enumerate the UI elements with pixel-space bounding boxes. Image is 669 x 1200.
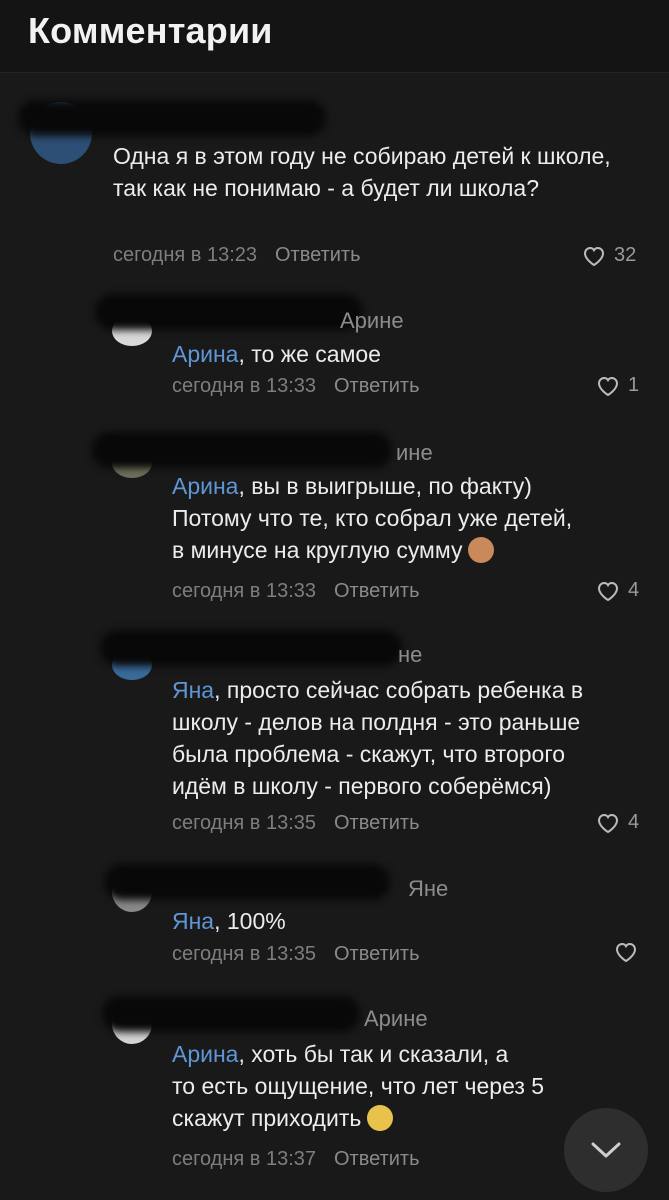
comment-text: Яна, просто сейчас собрать ребенка в шко… (172, 677, 584, 799)
author-name-redacted (102, 996, 360, 1032)
author-name-redacted (92, 432, 392, 468)
chevron-down-icon (591, 1142, 621, 1158)
comment-text: Арина, то же самое (172, 341, 381, 367)
reply-button[interactable]: Ответить (334, 812, 420, 834)
like-button[interactable] (614, 941, 638, 963)
like-button[interactable]: 4 (596, 811, 639, 834)
reply-to-label: ине (396, 440, 433, 465)
reply-to-label: Арине (364, 1006, 428, 1031)
mention-link[interactable]: Яна (172, 908, 214, 934)
like-count: 32 (614, 244, 637, 266)
timestamp: сегодня в 13:35 (172, 943, 316, 965)
comment-meta: сегодня в 13:35 Ответить (172, 943, 420, 966)
like-button[interactable]: 1 (596, 374, 639, 397)
like-button[interactable]: 32 (582, 244, 636, 267)
reply-to-label: Арине (340, 308, 404, 333)
reply-button[interactable]: Ответить (334, 943, 420, 965)
like-count: 4 (628, 811, 640, 833)
heart-icon (597, 813, 619, 833)
like-button[interactable]: 4 (596, 579, 639, 602)
see-no-evil-monkey-emoji (468, 537, 495, 563)
heart-icon (597, 376, 619, 396)
angry-face-emoji (367, 1105, 394, 1131)
timestamp: сегодня в 13:35 (172, 812, 316, 834)
comment-meta: сегодня в 13:37 Ответить (172, 1148, 420, 1171)
heart-icon (583, 246, 605, 266)
mention-link[interactable]: Яна (172, 677, 214, 703)
reply-button[interactable]: Ответить (334, 1148, 420, 1170)
header: Комментарии (0, 0, 669, 72)
like-count: 1 (628, 374, 640, 396)
heart-icon (597, 581, 619, 601)
scroll-down-button[interactable] (564, 1108, 648, 1192)
comment-text: Одна я в этом году не собираю детей к шк… (113, 143, 611, 201)
comment-text: Арина, вы в выигрыше, по факту) Потому ч… (172, 473, 573, 563)
page-title: Комментарии (28, 10, 273, 51)
author-name-redacted (104, 864, 390, 900)
reply-to-label: Яне (408, 876, 449, 901)
comment-text: Яна, 100% (172, 908, 286, 934)
reply-button[interactable]: Ответить (275, 244, 361, 266)
author-name-redacted (18, 100, 326, 136)
heart-icon (615, 942, 637, 963)
header-divider (0, 72, 669, 73)
timestamp: сегодня в 13:33 (172, 580, 316, 602)
reply-button[interactable]: Ответить (334, 375, 420, 397)
author-name-redacted (100, 630, 402, 666)
reply-to-label: не (398, 642, 423, 667)
mention-link[interactable]: Арина (172, 341, 238, 367)
timestamp: сегодня в 13:37 (172, 1148, 316, 1170)
timestamp: сегодня в 13:23 (113, 244, 257, 266)
mention-link[interactable]: Арина (172, 473, 238, 499)
timestamp: сегодня в 13:33 (172, 375, 316, 397)
comment-meta: сегодня в 13:23 Ответить (113, 244, 361, 267)
comment-meta: сегодня в 13:33 Ответить (172, 375, 420, 398)
author-name-redacted (95, 294, 363, 330)
reply-button[interactable]: Ответить (334, 580, 420, 602)
comment-meta: сегодня в 13:35 Ответить (172, 812, 420, 835)
like-count: 4 (628, 579, 640, 601)
comment-meta: сегодня в 13:33 Ответить (172, 580, 420, 603)
mention-link[interactable]: Арина (172, 1041, 238, 1067)
